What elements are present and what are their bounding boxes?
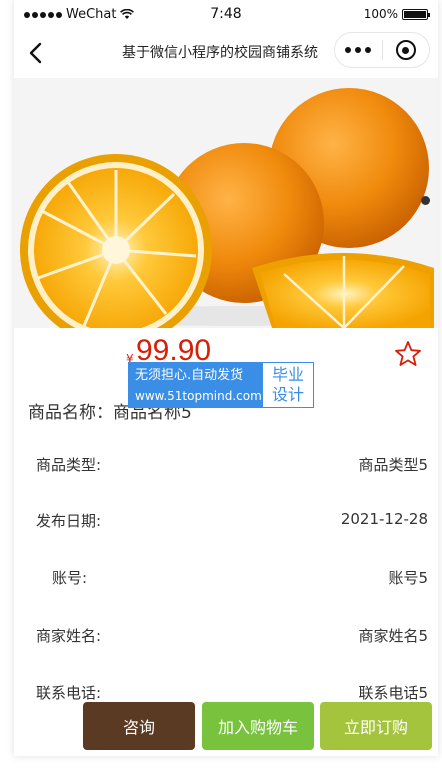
phone-screen: WeChat 7:48 100% 基于微信小程序的校园商铺系统 ¥ 99.90 … xyxy=(14,0,438,756)
watermark-right2: 设计 xyxy=(271,385,304,404)
info-label: 账号: xyxy=(52,569,88,587)
info-value: 商品类型5 xyxy=(358,456,428,474)
info-label: 发布日期: xyxy=(36,512,102,530)
info-value: 2021-12-28 xyxy=(340,510,428,528)
buy-now-button[interactable]: 立即订购 xyxy=(320,702,432,750)
watermark-right1: 毕业 xyxy=(271,365,304,384)
info-label: 商品类型: xyxy=(36,456,102,474)
info-row-date: 发布日期: 2021-12-28 xyxy=(14,506,438,536)
swiper-indicator[interactable] xyxy=(421,196,430,205)
info-value: 商家姓名5 xyxy=(358,627,428,645)
star-outline-icon[interactable] xyxy=(394,340,422,368)
watermark-url: www.51topmind.com xyxy=(135,389,262,403)
product-image[interactable] xyxy=(14,78,438,328)
battery-label: 100% xyxy=(363,7,398,21)
info-row-account: 账号: 账号5 xyxy=(14,563,438,593)
watermark-line1: 无须担心.自动发货 xyxy=(135,368,244,383)
info-row-merchant: 商家姓名: 商家姓名5 xyxy=(14,621,438,651)
info-label: 联系电话: xyxy=(36,684,102,702)
page-title: 基于微信小程序的校园商铺系统 xyxy=(122,45,318,61)
info-value: 联系电话5 xyxy=(358,684,428,702)
consult-button[interactable]: 咨询 xyxy=(83,702,195,750)
info-row-type: 商品类型: 商品类型5 xyxy=(14,450,438,480)
battery-fill xyxy=(404,10,426,18)
chevron-left-icon[interactable] xyxy=(24,40,50,66)
info-label: 商家姓名: xyxy=(36,627,102,645)
capsule-close-icon[interactable] xyxy=(383,40,430,60)
watermark-left: 无须担心.自动发货 www.51topmind.com xyxy=(129,363,263,407)
watermark-banner: 无须担心.自动发货 www.51topmind.com 毕业 设计 xyxy=(128,362,314,408)
add-to-cart-button[interactable]: 加入购物车 xyxy=(202,702,314,750)
more-dots-icon[interactable] xyxy=(335,47,382,53)
nav-bar: 基于微信小程序的校园商铺系统 xyxy=(14,30,438,74)
watermark-right: 毕业 设计 xyxy=(263,363,313,407)
orange-image xyxy=(14,78,438,328)
status-right: 100% xyxy=(363,7,430,21)
menu-capsule xyxy=(334,32,430,68)
battery-icon xyxy=(402,8,430,20)
info-value: 账号5 xyxy=(388,569,428,587)
status-bar: WeChat 7:48 100% xyxy=(14,0,438,30)
